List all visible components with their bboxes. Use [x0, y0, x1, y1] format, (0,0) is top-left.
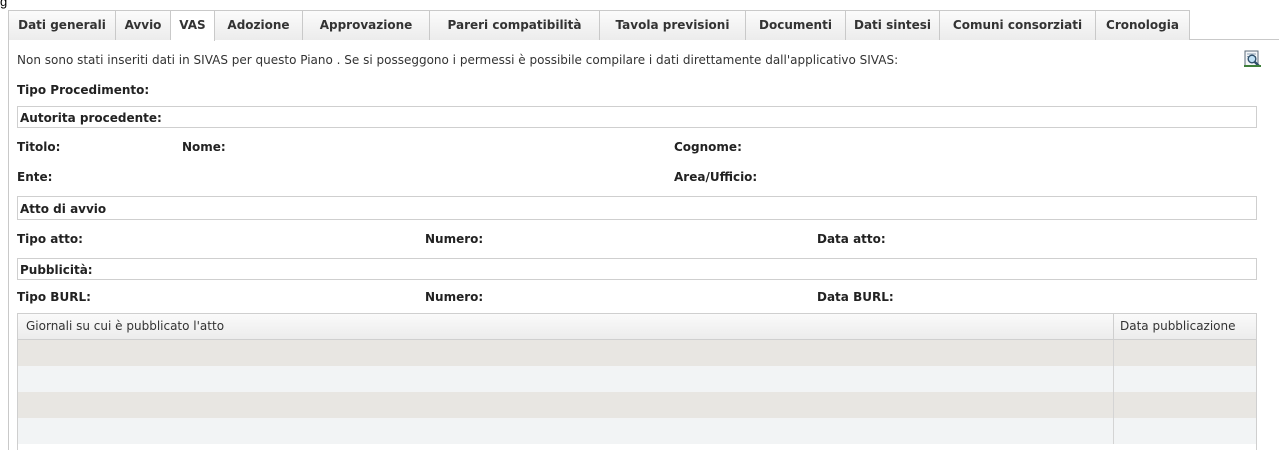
cognome-label: Cognome: — [674, 140, 742, 154]
tab-dati-sintesi[interactable]: Dati sintesi — [846, 10, 940, 40]
area-ufficio-label: Area/Ufficio: — [674, 170, 758, 184]
tipo-burl-label: Tipo BURL: — [17, 290, 91, 304]
column-header-giornali[interactable]: Giornali su cui è pubblicato l'atto — [18, 314, 1114, 339]
page-text-fragment: g — [0, 0, 8, 9]
table-cell — [18, 418, 1114, 444]
tab-tavola-previsioni[interactable]: Tavola previsioni — [600, 10, 746, 40]
search-document-icon[interactable] — [1243, 50, 1263, 68]
table-cell — [1114, 392, 1256, 418]
numero-burl-label: Numero: — [425, 290, 484, 304]
grid-header: Giornali su cui è pubblicato l'atto Data… — [18, 314, 1256, 340]
table-row[interactable] — [18, 366, 1256, 392]
numero-atto-label: Numero: — [425, 232, 484, 246]
table-row[interactable] — [18, 418, 1256, 444]
tab-avvio[interactable]: Avvio — [116, 10, 171, 40]
tab-approvazione[interactable]: Approvazione — [303, 10, 430, 40]
autorita-procedente-label: Autorita procedente: — [20, 111, 162, 125]
ente-label: Ente: — [17, 170, 53, 184]
data-atto-label: Data atto: — [817, 232, 886, 246]
sivas-notice: Non sono stati inseriti dati in SIVAS pe… — [17, 53, 899, 67]
table-cell — [1114, 366, 1256, 392]
vas-panel: Non sono stati inseriti dati in SIVAS pe… — [8, 40, 1279, 450]
tipo-procedimento-label: Tipo Procedimento: — [17, 83, 150, 97]
tipo-atto-label: Tipo atto: — [17, 232, 83, 246]
tab-pareri-compatibilita[interactable]: Pareri compatibilità — [430, 10, 600, 40]
atto-di-avvio-box: Atto di avvio — [17, 196, 1257, 220]
tab-vas[interactable]: VAS — [171, 10, 215, 41]
table-cell — [18, 366, 1114, 392]
tab-adozione[interactable]: Adozione — [215, 10, 303, 40]
tab-cronologia[interactable]: Cronologia — [1096, 10, 1190, 40]
atto-di-avvio-label: Atto di avvio — [20, 202, 107, 216]
tab-bar: Dati generali Avvio VAS Adozione Approva… — [8, 10, 1279, 41]
nome-label: Nome: — [182, 140, 226, 154]
table-cell — [18, 340, 1114, 366]
tab-documenti[interactable]: Documenti — [746, 10, 846, 40]
tab-comuni-consorziati[interactable]: Comuni consorziati — [940, 10, 1096, 40]
table-row[interactable] — [18, 340, 1256, 366]
titolo-label: Titolo: — [17, 140, 61, 154]
table-cell — [18, 392, 1114, 418]
data-burl-label: Data BURL: — [817, 290, 894, 304]
table-row[interactable] — [18, 392, 1256, 418]
column-header-data-pubblicazione[interactable]: Data pubblicazione — [1114, 314, 1256, 339]
table-cell — [1114, 340, 1256, 366]
pubblicita-box: Pubblicità: — [17, 258, 1257, 280]
autorita-procedente-box: Autorita procedente: — [17, 106, 1257, 128]
giornali-grid: Giornali su cui è pubblicato l'atto Data… — [17, 313, 1257, 450]
tab-dati-generali[interactable]: Dati generali — [8, 10, 116, 40]
table-cell — [1114, 418, 1256, 444]
pubblicita-label: Pubblicità: — [20, 263, 93, 277]
